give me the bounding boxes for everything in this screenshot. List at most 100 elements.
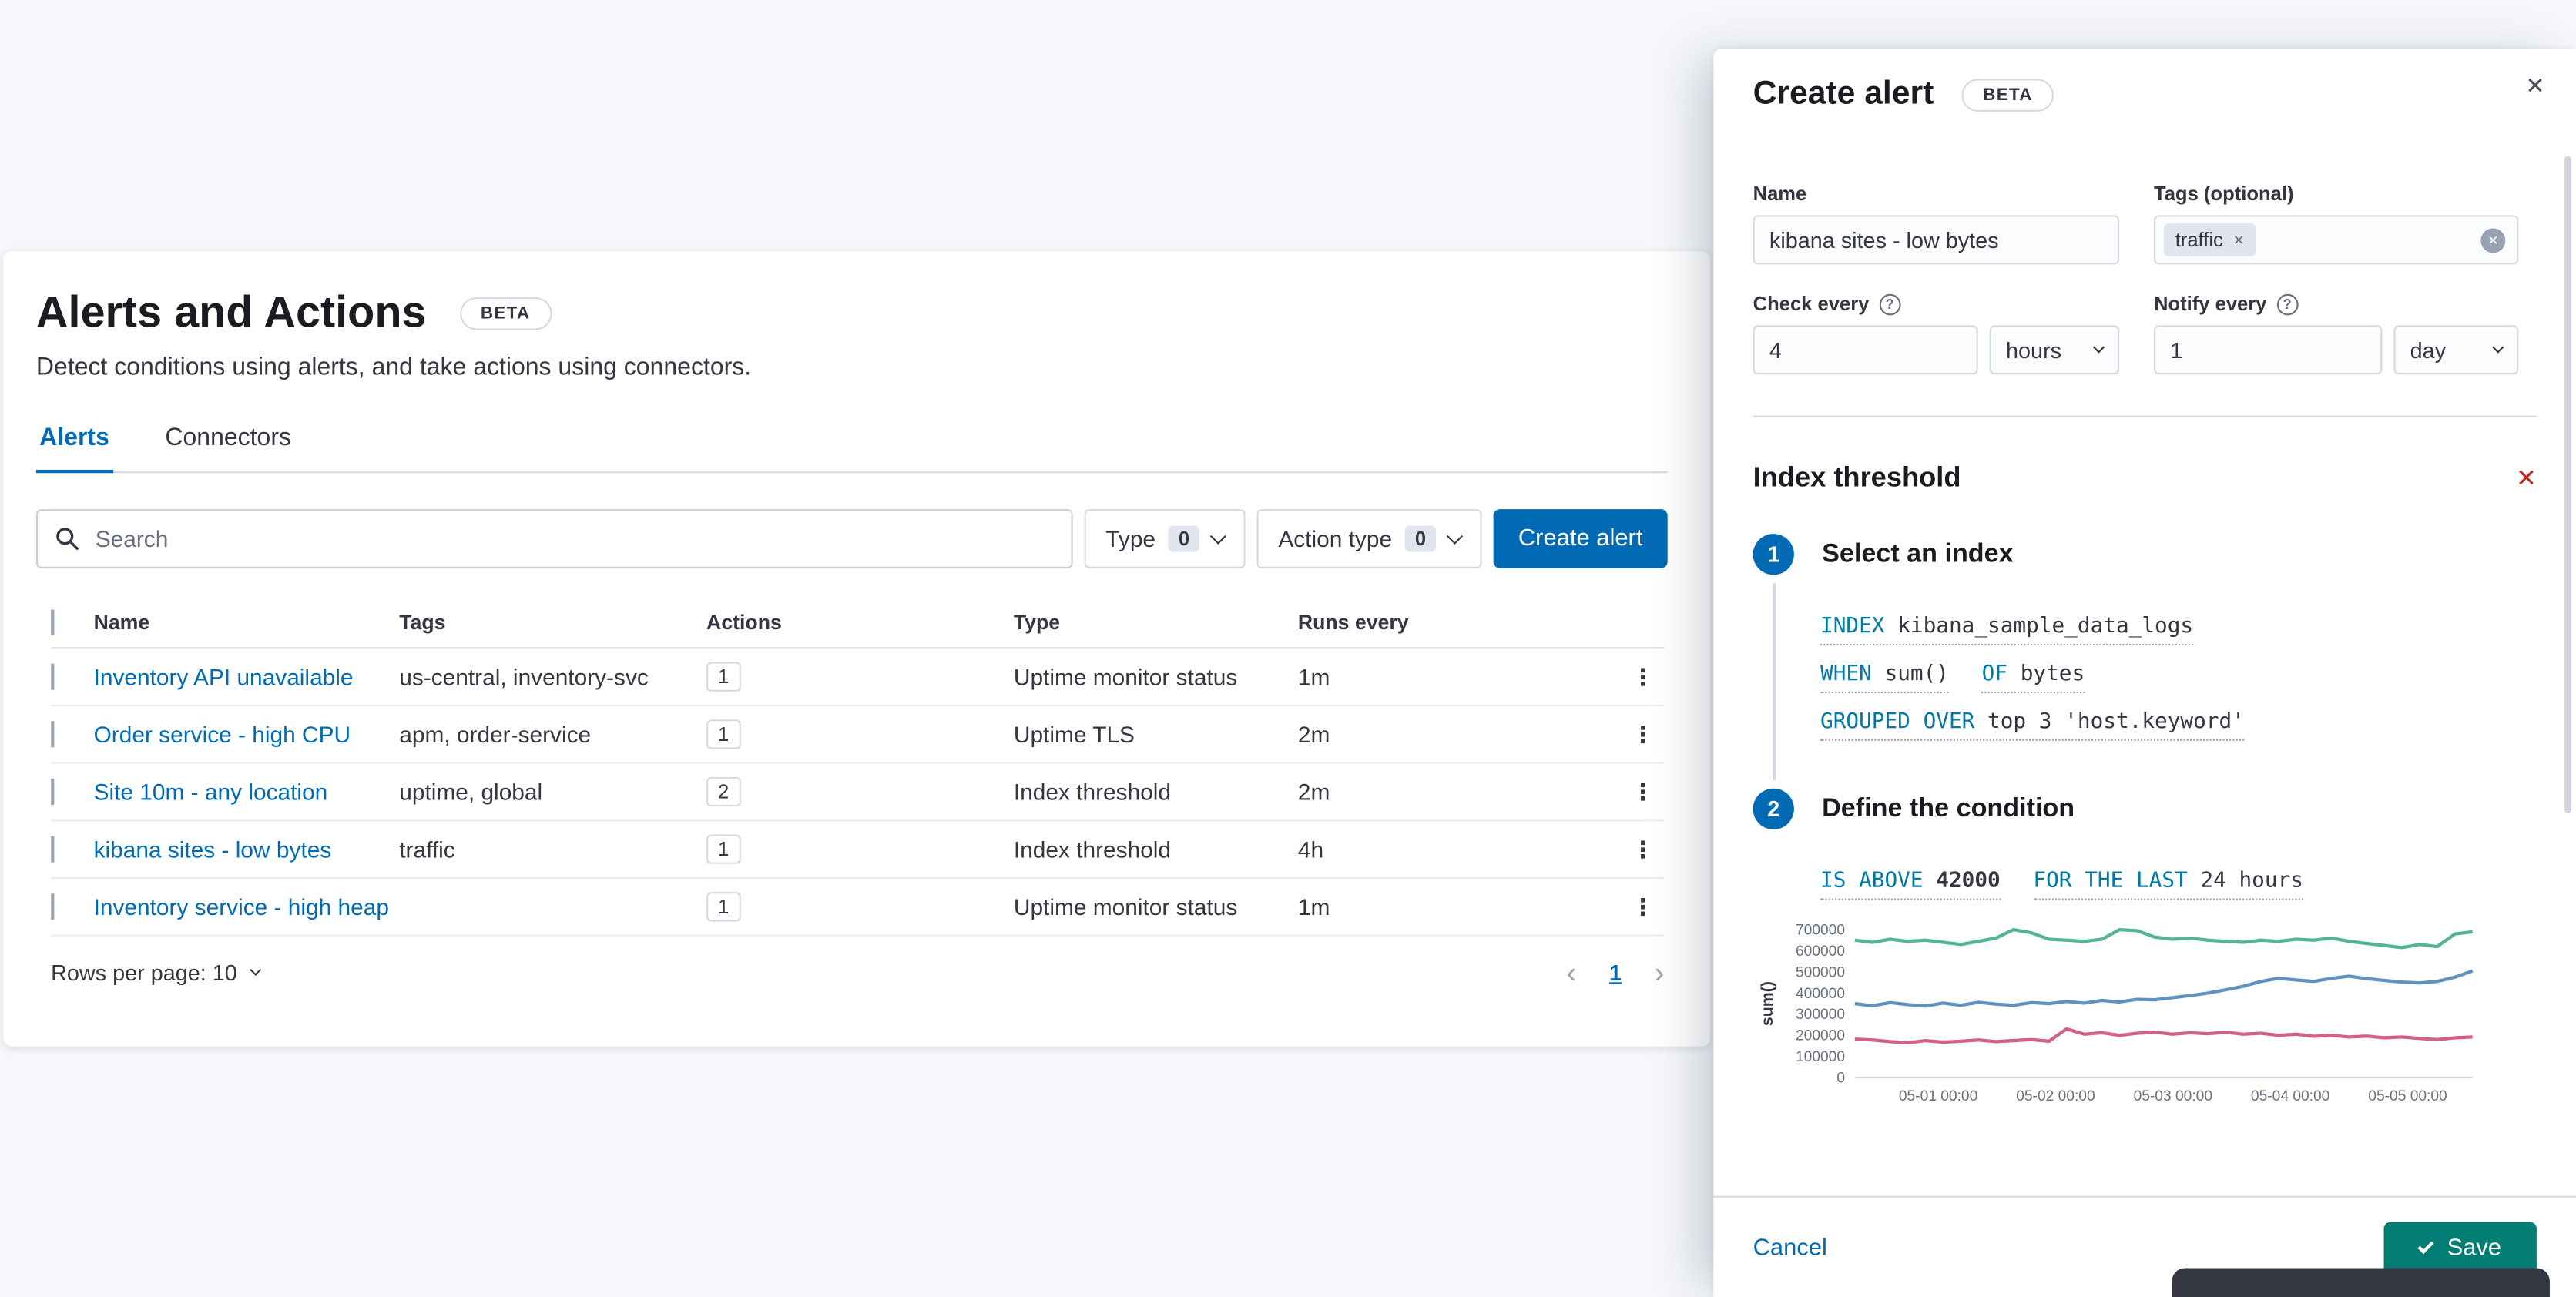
alert-type-steps: 1 Select an index INDEX kibana_sample_da… xyxy=(1753,534,2537,1182)
svg-text:500000: 500000 xyxy=(1796,964,1845,980)
alerts-page-panel: Alerts and Actions BETA Detect condition… xyxy=(3,251,1711,1047)
svg-text:200000: 200000 xyxy=(1796,1028,1845,1044)
svg-text:600000: 600000 xyxy=(1796,943,1845,960)
table-header-row: Name Tags Actions Type Runs every xyxy=(51,609,1665,649)
tags-combobox[interactable]: traffic ✕ ✕ xyxy=(2153,215,2519,265)
search-box[interactable] xyxy=(35,509,1073,568)
table-pagination: Rows per page: 10 ‹ 1 › xyxy=(51,957,1664,987)
table-row: kibana sites - low bytes traffic 1 Index… xyxy=(51,821,1665,879)
next-page-icon[interactable]: › xyxy=(1655,957,1665,987)
kebab-menu-icon[interactable]: ⋮ xyxy=(1622,835,1664,863)
action-type-filter-count: 0 xyxy=(1405,525,1436,552)
threshold-preview-chart: sum() 700000 600000 500000 400000 300000 20000… xyxy=(1758,923,2474,1104)
svg-text:0: 0 xyxy=(1836,1070,1845,1086)
step-2-body: IS ABOVE 42000 FOR THE LAST 24 hours sum(… xyxy=(1758,829,2537,1183)
actions-count-badge: 1 xyxy=(706,719,741,749)
table-row: Order service - high CPU apm, order-serv… xyxy=(51,706,1665,764)
of-expression[interactable]: OF bytes xyxy=(1981,662,2085,693)
clear-tags-icon[interactable]: ✕ xyxy=(2480,228,2506,253)
page-header: Alerts and Actions BETA xyxy=(36,287,1668,338)
flyout-scrollbar[interactable] xyxy=(2564,156,2571,813)
row-checkbox[interactable] xyxy=(51,721,55,748)
index-expression[interactable]: INDEX kibana_sample_data_logs xyxy=(1820,614,2194,646)
condition-chart: sum() 700000 600000 500000 400000 300000 20000… xyxy=(1753,923,2537,1129)
kebab-menu-icon[interactable]: ⋮ xyxy=(1622,778,1664,806)
table-row: Site 10m - any location uptime, global 2… xyxy=(51,764,1665,822)
search-icon xyxy=(54,525,80,551)
notify-every-unit-select[interactable]: day xyxy=(2393,325,2519,375)
chevron-down-icon xyxy=(1209,527,1227,544)
when-expression[interactable]: WHEN sum() xyxy=(1820,662,1949,693)
check-every-value-input[interactable] xyxy=(1753,325,1978,375)
info-icon[interactable]: ? xyxy=(2276,293,2299,315)
alert-type: Uptime TLS xyxy=(1013,721,1135,748)
alerts-table: Name Tags Actions Type Runs every Invent… xyxy=(51,609,1665,937)
name-field[interactable] xyxy=(1753,215,2120,265)
remove-alert-type-icon[interactable]: ✕ xyxy=(2516,463,2537,493)
step-number-badge: 2 xyxy=(1753,788,1794,830)
threshold-expression[interactable]: IS ABOVE 42000 xyxy=(1820,869,2001,900)
kebab-menu-icon[interactable]: ⋮ xyxy=(1622,720,1664,748)
tab-alerts[interactable]: Alerts xyxy=(35,411,113,474)
select-all-checkbox[interactable] xyxy=(51,609,55,636)
alert-runs-every: 4h xyxy=(1297,836,1324,863)
flyout-title: Create alert xyxy=(1753,75,1934,112)
action-type-filter-button[interactable]: Action type 0 xyxy=(1256,509,1482,568)
alert-type: Uptime monitor status xyxy=(1013,663,1238,690)
actions-count-badge: 2 xyxy=(706,776,741,807)
row-checkbox[interactable] xyxy=(51,836,55,863)
check-every-unit-select[interactable]: hours xyxy=(1989,325,2120,375)
actions-count-badge: 1 xyxy=(706,892,741,922)
step-1-body: INDEX kibana_sample_data_logs WHEN sum()… xyxy=(1773,575,2537,788)
step-2-header: 2 Define the condition xyxy=(1753,788,2537,830)
close-icon[interactable]: ✕ xyxy=(2526,72,2545,100)
alert-name-link[interactable]: Inventory service - high heap xyxy=(94,893,389,920)
chevron-down-icon xyxy=(1446,527,1464,544)
name-label: Name xyxy=(1753,182,1807,206)
col-type: Type xyxy=(1013,611,1061,635)
rows-per-page-button[interactable]: Rows per page: 10 xyxy=(51,960,262,985)
info-icon[interactable]: ? xyxy=(1879,293,1900,315)
check-every-label: Check every xyxy=(1753,292,1870,316)
save-button[interactable]: Save xyxy=(2383,1221,2537,1274)
row-checkbox[interactable] xyxy=(51,663,55,690)
type-filter-count: 0 xyxy=(1169,525,1199,552)
beta-badge: BETA xyxy=(1961,78,2054,111)
check-every-group: Check every ? hours xyxy=(1753,293,2120,375)
svg-text:05-01 00:00: 05-01 00:00 xyxy=(1899,1088,1977,1104)
alert-name-link[interactable]: Site 10m - any location xyxy=(94,779,328,805)
page-subtitle: Detect conditions using alerts, and take… xyxy=(35,353,752,381)
row-checkbox[interactable] xyxy=(51,893,55,920)
page-number[interactable]: 1 xyxy=(1609,960,1622,985)
alert-tags: traffic xyxy=(399,836,455,863)
svg-text:300000: 300000 xyxy=(1796,1007,1845,1023)
create-alert-button[interactable]: Create alert xyxy=(1493,509,1668,568)
beta-badge: BETA xyxy=(459,296,552,330)
alert-runs-every: 2m xyxy=(1297,778,1330,806)
cancel-button[interactable]: Cancel xyxy=(1753,1235,1827,1261)
previous-page-icon[interactable]: ‹ xyxy=(1566,957,1576,987)
step-number-badge: 1 xyxy=(1753,534,1794,575)
kebab-menu-icon[interactable]: ⋮ xyxy=(1622,893,1664,920)
tab-connectors[interactable]: Connectors xyxy=(162,411,294,471)
notification-toast-partial xyxy=(2172,1268,2550,1297)
alert-name-link[interactable]: Order service - high CPU xyxy=(94,721,351,747)
kebab-menu-icon[interactable]: ⋮ xyxy=(1622,663,1664,691)
search-input[interactable] xyxy=(95,525,1055,552)
time-window-expression[interactable]: FOR THE LAST 24 hours xyxy=(2033,869,2303,900)
tab-bar: Alerts Connectors xyxy=(35,411,1668,474)
svg-text:400000: 400000 xyxy=(1796,986,1845,1002)
alert-form: Name Tags (optional) traffic ✕ ✕ Check e… xyxy=(1753,183,2537,375)
svg-text:05-02 00:00: 05-02 00:00 xyxy=(2016,1088,2095,1104)
type-filter-button[interactable]: Type 0 xyxy=(1084,509,1246,568)
remove-tag-icon[interactable]: ✕ xyxy=(2233,231,2245,249)
notify-every-value-input[interactable] xyxy=(2153,325,2383,375)
col-runs-every: Runs every xyxy=(1297,611,1409,635)
step-1-title: Select an index xyxy=(1822,539,2014,568)
page-title: Alerts and Actions xyxy=(35,287,427,337)
alert-name-link[interactable]: kibana sites - low bytes xyxy=(94,836,332,863)
grouped-over-expression[interactable]: GROUPED OVER top 3 'host.keyword' xyxy=(1820,709,2245,741)
alert-name-link[interactable]: Inventory API unavailable xyxy=(94,664,354,690)
row-checkbox[interactable] xyxy=(51,778,55,806)
tags-field-group: Tags (optional) traffic ✕ ✕ xyxy=(2153,183,2519,265)
